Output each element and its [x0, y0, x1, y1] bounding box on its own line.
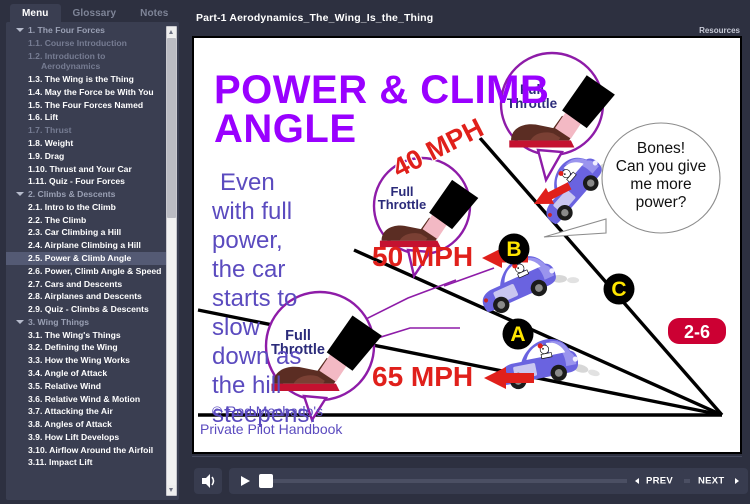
throttle-label-b-line2: Throttle [378, 197, 426, 212]
next-button[interactable]: NEXT [690, 468, 747, 494]
toc-group-label: 1. The Four Forces [28, 25, 105, 36]
toc-group[interactable]: 1. The Four Forces [6, 24, 166, 37]
marker-a-label: A [510, 323, 525, 346]
chevron-left-icon [635, 477, 639, 484]
toc-item[interactable]: 2.6. Power, Climb Angle & Speed [6, 265, 166, 278]
scroll-up-arrow-icon[interactable] [167, 27, 176, 37]
menu-panel: 1. The Four Forces 1.1. Course Introducti… [6, 22, 179, 500]
body-line-2: power, [212, 227, 283, 254]
toc-item[interactable]: 3.9. How Lift Develops [6, 431, 166, 444]
toc-group[interactable]: 2. Climbs & Descents [6, 188, 166, 201]
player-controls: PREV NEXT [185, 458, 750, 504]
toc-item[interactable]: 2.9. Quiz - Climbs & Descents [6, 303, 166, 316]
caret-down-icon[interactable] [16, 191, 24, 196]
toc-item[interactable]: 2.8. Airplanes and Descents [6, 290, 166, 303]
seek-handle[interactable] [259, 474, 273, 488]
toc-item[interactable]: 2.7. Cars and Descents [6, 277, 166, 290]
marker-a: A [502, 318, 534, 350]
prev-button[interactable]: PREV [627, 468, 684, 494]
toc-item[interactable]: 3.8. Angles of Attack [6, 418, 166, 431]
menu-scrollbar[interactable] [166, 26, 177, 496]
chevron-right-icon [735, 477, 739, 484]
speed-text-50: 50 MPH [372, 241, 473, 272]
body-line-7: the hill [212, 372, 281, 399]
toc-item[interactable]: 1.4. May the Force be With You [6, 86, 166, 99]
page-title: Part-1 Aerodynamics_The_Wing_Is_the_Thin… [196, 12, 434, 24]
caret-down-icon[interactable] [16, 28, 24, 32]
scrollbar-thumb[interactable] [167, 38, 176, 218]
toc-item[interactable]: 1.2. Introduction to Aerodynamics [6, 50, 166, 73]
marker-c: C [603, 273, 635, 305]
toc-item[interactable]: 1.9. Drag [6, 150, 166, 163]
toc-item[interactable]: 3.10. Airflow Around the Airfoil [6, 444, 166, 457]
speech-line-1: Bones! [637, 140, 685, 157]
toc-group-label: 2. Climbs & Descents [28, 189, 116, 200]
slide-canvas: Full Throttle Full Throttle Full Throttl… [194, 38, 740, 452]
play-icon[interactable] [241, 476, 250, 486]
toc-item[interactable]: 3.1. The Wing's Things [6, 329, 166, 342]
marker-b: B [498, 233, 530, 265]
toc-item[interactable]: 2.3. Car Climbing a Hill [6, 226, 166, 239]
toc-item[interactable]: 1.11. Quiz - Four Forces [6, 175, 166, 188]
body-line-3: the car [212, 256, 285, 283]
toc-item[interactable]: 1.5. The Four Forces Named [6, 99, 166, 112]
toc-item[interactable]: 3.11. Impact Lift [6, 456, 166, 469]
page-badge-label: 2-6 [684, 322, 710, 342]
speech-line-4: power? [636, 194, 687, 211]
volume-button[interactable] [194, 468, 222, 494]
slide-title-line1: POWER & CLIMB [214, 68, 549, 112]
body-line-4: starts to [212, 285, 297, 312]
toc-item[interactable]: 2.1. Intro to the Climb [6, 201, 166, 214]
speech-line-3: me more [630, 176, 691, 193]
page-badge: 2-6 [668, 318, 726, 344]
course-player-window: Menu Glossary Notes 1. The Four Forces 1.… [0, 0, 750, 504]
caret-down-icon[interactable] [16, 319, 24, 324]
copyright-line1: © Rod Machado's [212, 403, 323, 419]
tab-glossary[interactable]: Glossary [61, 4, 129, 22]
main-area: Part-1 Aerodynamics_The_Wing_Is_the_Thin… [185, 0, 750, 504]
speaker-icon [202, 474, 215, 488]
toc-group-label: 3. Wing Things [28, 316, 90, 327]
toc-item[interactable]: 3.5. Relative Wind [6, 380, 166, 393]
tab-menu[interactable]: Menu [10, 4, 61, 22]
toc-item[interactable]: 2.4. Airplane Climbing a Hill [6, 239, 166, 252]
copyright-line2: Private Pilot Handbook [200, 421, 343, 437]
title-bar: Part-1 Aerodynamics_The_Wing_Is_the_Thin… [185, 0, 750, 28]
toc-item[interactable]: 3.3. How the Wing Works [6, 354, 166, 367]
toc-item[interactable]: 1.6. Lift [6, 111, 166, 124]
toc-item[interactable]: 1.8. Weight [6, 137, 166, 150]
toc-item[interactable]: 1.10. Thrust and Your Car [6, 162, 166, 175]
toc-item[interactable]: 3.2. Defining the Wing [6, 341, 166, 354]
body-line-0: Even [220, 169, 275, 196]
toc-item[interactable]: 1.3. The Wing is the Thing [6, 73, 166, 86]
toc-group[interactable]: 3. Wing Things [6, 316, 166, 329]
speech-line-2: Can you give [616, 158, 706, 175]
speed-text-65: 65 MPH [372, 361, 473, 392]
scroll-down-arrow-icon[interactable] [167, 485, 176, 495]
body-line-6: down as [212, 343, 301, 370]
resources-link[interactable]: Resources [699, 26, 740, 35]
prev-label: PREV [646, 475, 674, 487]
body-line-5: slow [212, 314, 261, 341]
player-divider [192, 456, 742, 457]
slide-illustration: Full Throttle Full Throttle Full Throttl… [197, 51, 726, 437]
marker-b-label: B [506, 238, 521, 261]
tab-notes[interactable]: Notes [128, 4, 180, 22]
toc-item[interactable]: 1.7. Thrust [6, 124, 166, 137]
toc-item[interactable]: 2.2. The Climb [6, 214, 166, 227]
toc-item[interactable]: 3.7. Attacking the Air [6, 405, 166, 418]
slide-stage: Full Throttle Full Throttle Full Throttl… [192, 36, 742, 454]
body-line-1: with full [211, 198, 292, 225]
toc-item[interactable]: 3.4. Angle of Attack [6, 367, 166, 380]
slide-title-line2: ANGLE [214, 107, 357, 151]
marker-c-label: C [611, 278, 626, 301]
menu-scroll-area: 1. The Four Forces 1.1. Course Introducti… [6, 24, 166, 498]
toc-item[interactable]: 2.5. Power & Climb Angle [6, 251, 166, 265]
next-label: NEXT [698, 475, 725, 487]
toc-item[interactable]: 1.1. Course Introduction [6, 37, 166, 50]
sidebar-tabs: Menu Glossary Notes [0, 0, 185, 22]
table-of-contents: 1. The Four Forces 1.1. Course Introducti… [6, 24, 166, 469]
toc-item[interactable]: 3.6. Relative Wind & Motion [6, 392, 166, 405]
sidebar: Menu Glossary Notes 1. The Four Forces 1.… [0, 0, 185, 504]
